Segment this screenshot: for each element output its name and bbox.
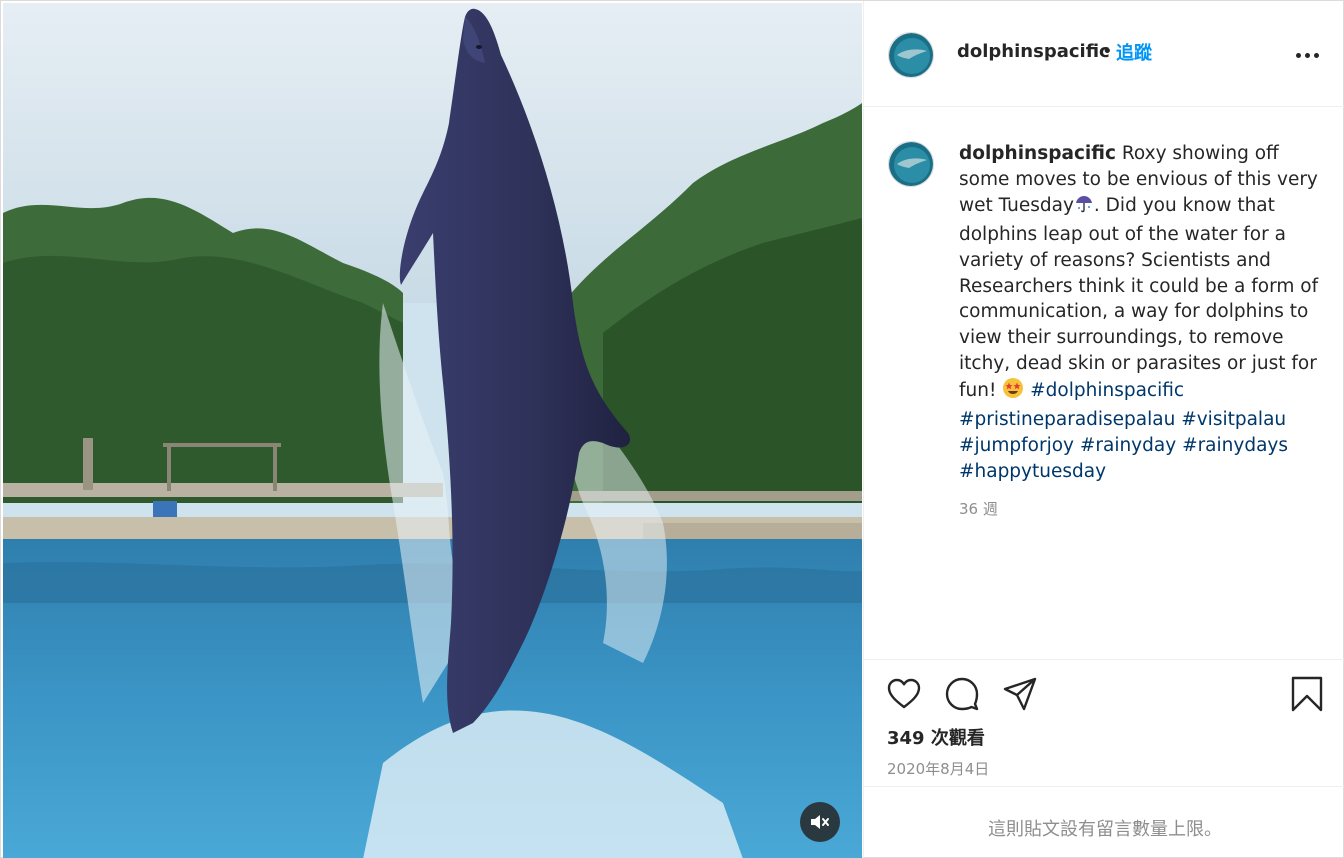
hashtag-link[interactable]: #dolphinspacific bbox=[1030, 380, 1184, 401]
like-button[interactable] bbox=[886, 676, 922, 712]
share-icon bbox=[1003, 677, 1037, 711]
caption-avatar[interactable] bbox=[888, 141, 934, 187]
comment-limit-footer: 這則貼文設有留言數量上限。 bbox=[864, 786, 1344, 858]
save-button[interactable] bbox=[1289, 676, 1325, 712]
post-actions: 349 次觀看 2020年8月4日 bbox=[864, 659, 1344, 786]
star-struck-emoji bbox=[1002, 377, 1024, 407]
post-video[interactable] bbox=[3, 3, 862, 858]
header-separator: • bbox=[1102, 41, 1113, 62]
hashtag-link[interactable]: #pristineparadisepalau bbox=[959, 409, 1175, 430]
instagram-post: dolphinspacific • 追蹤 dolphinspacific Rox… bbox=[0, 0, 1344, 858]
comment-icon bbox=[945, 677, 979, 711]
post-date[interactable]: 2020年8月4日 bbox=[887, 758, 989, 779]
share-button[interactable] bbox=[1002, 676, 1038, 712]
view-count[interactable]: 349 次觀看 bbox=[887, 724, 985, 750]
hashtag-link[interactable]: #rainyday bbox=[1080, 435, 1176, 456]
hashtag-link[interactable]: #happytuesday bbox=[959, 461, 1106, 482]
hashtag-link[interactable]: #visitpalau bbox=[1181, 409, 1286, 430]
post-header: dolphinspacific • 追蹤 bbox=[864, 1, 1344, 107]
header-username[interactable]: dolphinspacific bbox=[957, 41, 1110, 62]
post-caption: dolphinspacific Roxy showing off some mo… bbox=[959, 141, 1319, 485]
heart-icon bbox=[887, 678, 921, 709]
dolphin-leaping-photo bbox=[3, 3, 862, 858]
more-options-icon[interactable] bbox=[1296, 45, 1324, 65]
caption-text-2: . Did you know that dolphins leap out of… bbox=[959, 194, 1319, 402]
umbrella-rain-emoji bbox=[1074, 194, 1094, 222]
hashtag-link[interactable]: #jumpforjoy bbox=[959, 435, 1074, 456]
comments-area: dolphinspacific Roxy showing off some mo… bbox=[864, 107, 1344, 659]
caption-username[interactable]: dolphinspacific bbox=[959, 143, 1116, 164]
mute-button[interactable] bbox=[800, 802, 840, 842]
avatar[interactable] bbox=[888, 32, 934, 78]
comment-limit-notice: 這則貼文設有留言數量上限。 bbox=[988, 819, 1222, 840]
comment-button[interactable] bbox=[944, 676, 980, 712]
avatar-dolphin-icon bbox=[889, 33, 933, 77]
post-side-panel: dolphinspacific • 追蹤 dolphinspacific Rox… bbox=[863, 1, 1344, 858]
speaker-muted-icon bbox=[811, 815, 829, 829]
caption-time-ago[interactable]: 36 週 bbox=[959, 498, 998, 519]
bookmark-icon bbox=[1291, 676, 1323, 712]
hashtag-link[interactable]: #rainydays bbox=[1182, 435, 1288, 456]
avatar-dolphin-icon bbox=[889, 142, 933, 186]
follow-button[interactable]: 追蹤 bbox=[1116, 39, 1152, 65]
